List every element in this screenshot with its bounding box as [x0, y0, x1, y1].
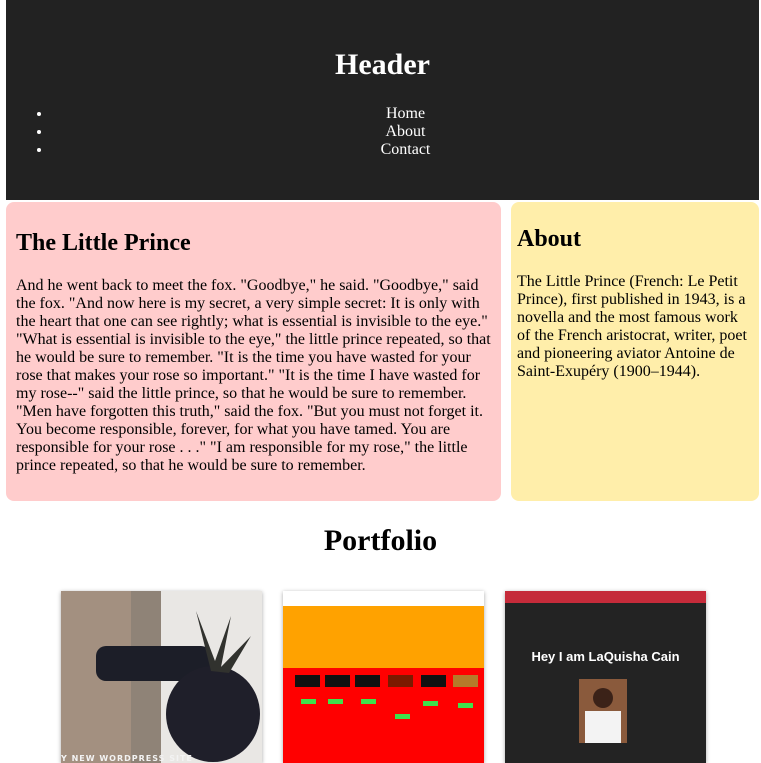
article-title: The Little Prince: [16, 230, 191, 256]
main-article: The Little Prince And he went back to me…: [6, 202, 501, 501]
site-header: Header Home About Contact: [6, 0, 759, 200]
header-title: Header: [335, 48, 430, 81]
portfolio-title: Portfolio: [323, 524, 438, 557]
portfolio-card-3[interactable]: Hey I am LaQuisha Cain: [505, 591, 706, 763]
nav-item-home: Home: [52, 105, 759, 123]
portfolio-card-1[interactable]: Y NEW WORDPRESS SITE: [61, 591, 262, 763]
plant-thumbnail: [61, 591, 262, 763]
about-panel: About The Little Prince (French: Le Peti…: [511, 202, 759, 501]
portfolio-card-2[interactable]: [283, 591, 484, 763]
nav-menu: Home About Contact: [32, 105, 759, 159]
article-body: And he went back to meet the fox. "Goodb…: [16, 277, 491, 474]
about-title: About: [517, 226, 582, 252]
profile-thumbnail: [505, 591, 706, 763]
nav-link-about[interactable]: About: [386, 123, 426, 140]
website-thumbnail: [283, 591, 484, 763]
portfolio-caption-1: Y NEW WORDPRESS SITE: [61, 754, 193, 763]
about-body: The Little Prince (French: Le Petit Prin…: [517, 273, 747, 380]
nav-link-contact[interactable]: Contact: [381, 141, 431, 158]
nav-item-contact: Contact: [52, 141, 759, 159]
nav-link-home[interactable]: Home: [386, 105, 425, 122]
portfolio-caption-3: Hey I am LaQuisha Cain: [531, 649, 680, 664]
nav-item-about: About: [52, 123, 759, 141]
